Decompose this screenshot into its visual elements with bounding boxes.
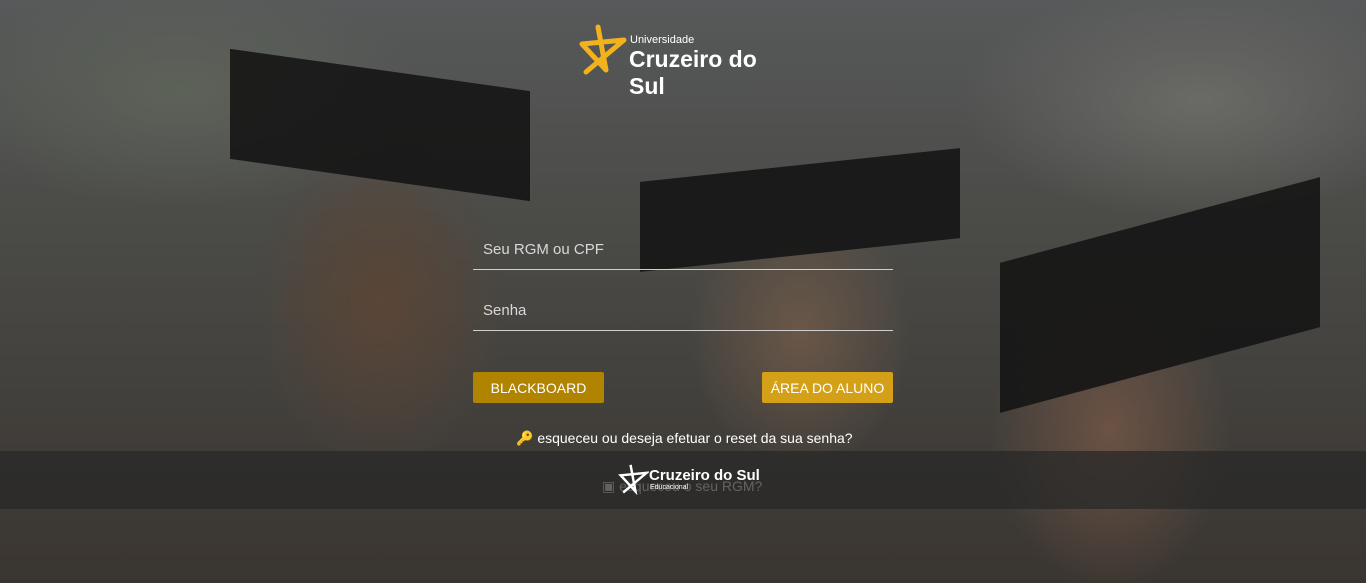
bg-cap-3 [1000, 177, 1320, 413]
rgm-cpf-input[interactable] [473, 230, 893, 270]
logo-subtitle: Universidade [630, 34, 695, 46]
star-outline-icon [618, 464, 649, 495]
blackboard-button[interactable]: BLACKBOARD [473, 372, 604, 403]
reset-password-text: esqueceu ou deseja efetuar o reset da su… [537, 430, 853, 446]
university-logo: Universidade Cruzeiro do Sul [576, 24, 796, 99]
key-icon: 🔑 [516, 430, 534, 446]
reset-password-link[interactable]: 🔑 esqueceu ou deseja efetuar o reset da … [516, 430, 853, 447]
bg-cap-1 [230, 48, 530, 202]
footer-subtitle: Educacional [650, 484, 689, 491]
star-icon [579, 24, 627, 75]
logo-title: Cruzeiro do Sul [629, 46, 757, 99]
password-input[interactable] [473, 291, 893, 331]
id-card-icon: ▣ [602, 478, 616, 494]
area-do-aluno-button[interactable]: ÁREA DO ALUNO [762, 372, 893, 403]
footer-brand: Cruzeiro do Sul [649, 467, 760, 484]
